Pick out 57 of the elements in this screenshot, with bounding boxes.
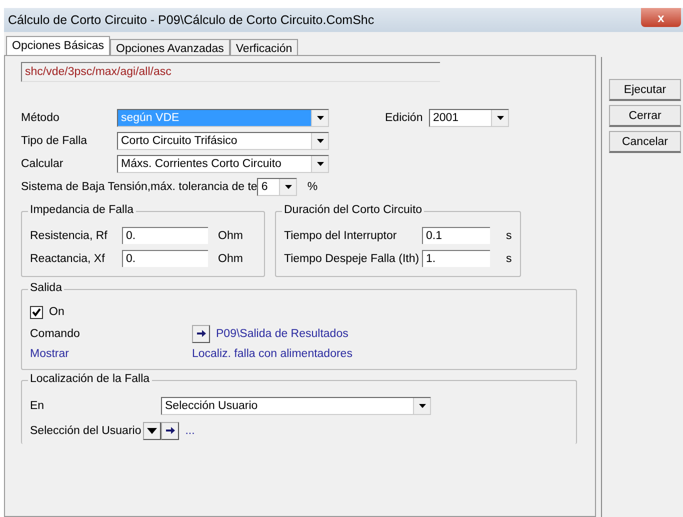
field-label: Selección del Usuario xyxy=(30,424,142,436)
dialog-button[interactable]: Cerrar xyxy=(609,105,681,127)
jump-button[interactable] xyxy=(161,422,180,440)
dropdown-arrow-icon xyxy=(316,116,324,120)
dropdown-arrow-icon xyxy=(496,116,504,120)
field-label: Método xyxy=(21,112,60,124)
group-title: Localización de la Falla xyxy=(28,373,152,385)
unit-label: s xyxy=(506,230,512,242)
input-field[interactable]: 0. xyxy=(122,250,208,267)
dropdown-arrow-icon xyxy=(316,162,324,166)
calculate-dropdown[interactable]: Máxs. Corrientes Corto Circuito xyxy=(117,154,329,172)
show-link[interactable]: Mostrar xyxy=(30,348,192,360)
arrow-right-icon xyxy=(166,427,175,434)
field-label: Resistencia, Rf xyxy=(30,230,108,242)
field-label: En xyxy=(30,400,46,412)
fault-type-dropdown[interactable]: Corto Circuito Trifásico xyxy=(117,132,329,150)
group-title: Salida xyxy=(28,282,64,294)
group-title: Duración del Corto Circuito xyxy=(282,204,424,216)
field-label: Reactancia, Xf xyxy=(30,252,106,264)
tab[interactable]: Opciones Básicas xyxy=(6,36,110,55)
input-field[interactable]: 0.1 xyxy=(422,227,490,244)
tab[interactable]: Opciones Avanzadas xyxy=(110,39,230,55)
unit-label: % xyxy=(307,180,318,192)
command-path-field[interactable]: shc/vde/3psc/max/agi/all/asc xyxy=(21,62,440,82)
dropdown-arrow-icon xyxy=(284,184,292,188)
field-label: Comando xyxy=(30,328,81,340)
field-label: Tiempo Despeje Falla (Ith) xyxy=(284,252,420,264)
dropdown-button[interactable] xyxy=(143,422,162,440)
dropdown-arrow-icon xyxy=(316,138,324,142)
tab[interactable]: Verficación xyxy=(230,39,298,55)
dropdown-arrow-icon xyxy=(418,404,426,408)
selection-value: ... xyxy=(185,424,195,436)
location-dropdown[interactable]: Selección Usuario xyxy=(161,397,431,415)
check-icon xyxy=(32,308,41,316)
jump-button[interactable] xyxy=(192,324,210,342)
command-link[interactable]: P09\Salida de Resultados xyxy=(216,328,348,340)
input-field[interactable]: 0. xyxy=(122,227,208,244)
group-title: Impedancia de Falla xyxy=(28,204,136,216)
checkbox[interactable] xyxy=(30,306,43,318)
edition-dropdown[interactable]: 2001 xyxy=(429,108,509,126)
show-value: Localiz. falla con alimentadores xyxy=(192,348,352,360)
unit-label: Ohm xyxy=(218,252,243,264)
input-field[interactable]: 1. xyxy=(422,250,490,267)
arrow-right-icon xyxy=(196,330,206,337)
field-label: Tiempo del Interruptor xyxy=(284,230,398,242)
unit-label: Ohm xyxy=(218,230,243,242)
checkbox-label: On xyxy=(49,306,66,318)
field-label: Edición xyxy=(385,112,424,124)
dialog-button[interactable]: Cancelar xyxy=(609,131,681,153)
field-label: Sistema de Baja Tensión,máx. tolerancia de te xyxy=(21,180,258,192)
unit-label: s xyxy=(506,252,512,264)
tolerance-dropdown[interactable]: 6 xyxy=(257,178,298,196)
field-label: Calcular xyxy=(21,158,64,170)
dialog-button[interactable]: Ejecutar xyxy=(609,79,681,101)
field-label: Tipo de Falla xyxy=(21,134,88,146)
close-button[interactable]: x xyxy=(641,8,681,27)
caret-icon xyxy=(147,428,158,434)
